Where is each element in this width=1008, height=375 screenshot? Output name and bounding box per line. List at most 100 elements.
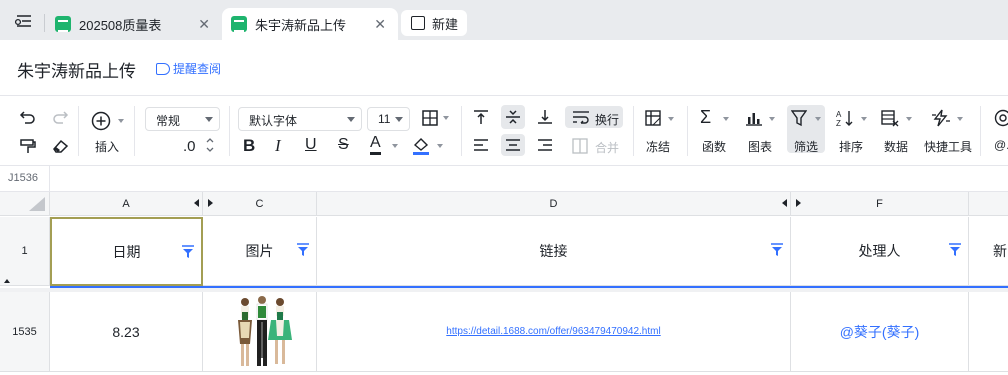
fill-color-icon[interactable]	[412, 136, 430, 156]
expand-left-icon[interactable]	[194, 199, 199, 207]
filter-icon[interactable]	[949, 243, 961, 257]
column-header-a[interactable]: A	[50, 192, 203, 216]
font-size-select[interactable]: 11	[367, 107, 410, 131]
chevron-down-icon[interactable]	[668, 117, 674, 121]
format-painter-icon[interactable]	[19, 138, 37, 154]
chart-icon[interactable]	[745, 110, 763, 126]
insert-plus-icon[interactable]	[91, 111, 111, 131]
product-image[interactable]	[220, 292, 300, 372]
chart-label[interactable]: 图表	[748, 138, 772, 155]
svg-text:Z: Z	[836, 119, 841, 127]
column-header-next[interactable]	[969, 192, 1008, 216]
freeze-label[interactable]: 冻结	[646, 138, 670, 155]
align-middle-icon[interactable]	[505, 109, 521, 125]
number-format-select[interactable]: 常规	[145, 107, 220, 131]
freeze-icon[interactable]	[645, 110, 661, 126]
redo-icon[interactable]	[51, 109, 69, 125]
font-family-select[interactable]: 默认字体	[238, 107, 362, 131]
italic-icon[interactable]: I	[275, 136, 281, 156]
chevron-down-icon[interactable]	[392, 144, 398, 148]
cell-reference[interactable]: J1536	[8, 172, 38, 184]
quick-tools-label[interactable]: 快捷工具	[924, 138, 972, 155]
select-all-corner[interactable]	[0, 192, 50, 216]
chevron-down-icon[interactable]	[906, 117, 912, 121]
row-collapse-icon[interactable]	[4, 279, 10, 283]
row-header-1[interactable]: 1	[0, 217, 50, 286]
chevron-down-icon[interactable]	[815, 117, 821, 121]
decimal-stepper-icon[interactable]	[205, 136, 215, 154]
column-header-f[interactable]: F	[791, 192, 969, 216]
document-title[interactable]: 朱宇涛新品上传	[17, 57, 136, 82]
toolbar-divider	[633, 106, 634, 156]
font-color-icon[interactable]: A	[370, 134, 381, 155]
align-top-icon[interactable]	[473, 109, 489, 125]
new-tab-button[interactable]: 新建	[401, 10, 467, 36]
filter-icon[interactable]	[771, 243, 783, 257]
header-cell-handler[interactable]: 处理人	[791, 217, 969, 286]
tab-list-icon[interactable]	[14, 12, 34, 30]
chevron-down-icon[interactable]	[437, 144, 443, 148]
align-left-icon[interactable]	[473, 138, 489, 152]
align-bottom-icon[interactable]	[537, 109, 553, 125]
decimal-label: .0	[183, 138, 196, 155]
mention-icon[interactable]	[994, 109, 1008, 127]
sort-icon[interactable]: A Z	[836, 109, 856, 127]
header-cell-image[interactable]: 图片	[203, 217, 317, 286]
image-cell[interactable]	[203, 292, 317, 372]
wrap-text-icon[interactable]	[572, 110, 590, 124]
undo-icon[interactable]	[19, 109, 37, 125]
sort-label[interactable]: 排序	[839, 138, 863, 155]
underline-icon[interactable]: U	[305, 136, 317, 154]
more-label[interactable]: @...	[994, 138, 1008, 152]
function-label[interactable]: 函数	[702, 138, 726, 155]
insert-label[interactable]: 插入	[95, 138, 119, 155]
filter-label[interactable]: 筛选	[794, 138, 818, 155]
product-link[interactable]: https://detail.1688.com/offer/9634794709…	[446, 326, 660, 337]
sigma-icon[interactable]: Σ	[700, 107, 711, 128]
bold-icon[interactable]: B	[243, 136, 255, 156]
tab-quality-sheet[interactable]: 202508质量表 ✕	[46, 8, 222, 40]
header-cell-date[interactable]: 日期	[50, 217, 203, 286]
toolbar-divider	[78, 106, 79, 156]
next-cell[interactable]	[969, 292, 1008, 372]
merge-cells-icon[interactable]	[572, 138, 588, 154]
chevron-down-icon[interactable]	[723, 117, 729, 121]
header-cell-next[interactable]: 新	[969, 217, 1008, 286]
eraser-icon[interactable]	[51, 138, 69, 154]
filter-icon[interactable]	[297, 243, 309, 257]
close-icon[interactable]: ✕	[374, 16, 386, 33]
tab-new-product-upload[interactable]: 朱宇涛新品上传 ✕	[222, 8, 398, 40]
column-header-d[interactable]: D	[317, 192, 791, 216]
close-icon[interactable]: ✕	[198, 16, 210, 33]
filter-icon[interactable]	[182, 245, 194, 259]
chevron-down-icon	[347, 117, 355, 122]
title-bar: 朱宇涛新品上传 提醒查阅	[0, 40, 1008, 96]
expand-right-icon[interactable]	[208, 199, 213, 207]
quick-tools-icon[interactable]	[931, 109, 951, 127]
chevron-down-icon[interactable]	[957, 117, 963, 121]
wrap-label[interactable]: 换行	[595, 111, 619, 128]
align-center-icon[interactable]	[505, 138, 521, 152]
strikethrough-icon[interactable]: S	[338, 136, 349, 154]
link-cell[interactable]: https://detail.1688.com/offer/9634794709…	[317, 292, 791, 372]
data-label[interactable]: 数据	[884, 138, 908, 155]
merge-label[interactable]: 合并	[595, 139, 619, 156]
chevron-down-icon[interactable]	[443, 116, 449, 120]
handler-cell[interactable]: @葵子(葵子)	[791, 292, 969, 372]
handler-mention[interactable]: @葵子(葵子)	[840, 322, 920, 342]
data-icon[interactable]	[881, 109, 899, 127]
filter-icon[interactable]	[791, 109, 807, 127]
chevron-down-icon[interactable]	[769, 117, 775, 121]
borders-icon[interactable]	[421, 109, 439, 127]
expand-right-icon[interactable]	[796, 199, 801, 207]
row-header-1535[interactable]: 1535	[0, 292, 50, 372]
align-right-icon[interactable]	[537, 138, 553, 152]
header-text: 链接	[539, 243, 568, 259]
chevron-down-icon[interactable]	[861, 117, 867, 121]
column-header-c[interactable]: C	[203, 192, 317, 216]
chevron-down-icon[interactable]	[118, 119, 124, 123]
remind-link[interactable]: 提醒查阅	[156, 60, 221, 77]
expand-left-icon[interactable]	[782, 199, 787, 207]
date-cell[interactable]: 8.23	[50, 292, 203, 372]
header-cell-link[interactable]: 链接	[317, 217, 791, 286]
